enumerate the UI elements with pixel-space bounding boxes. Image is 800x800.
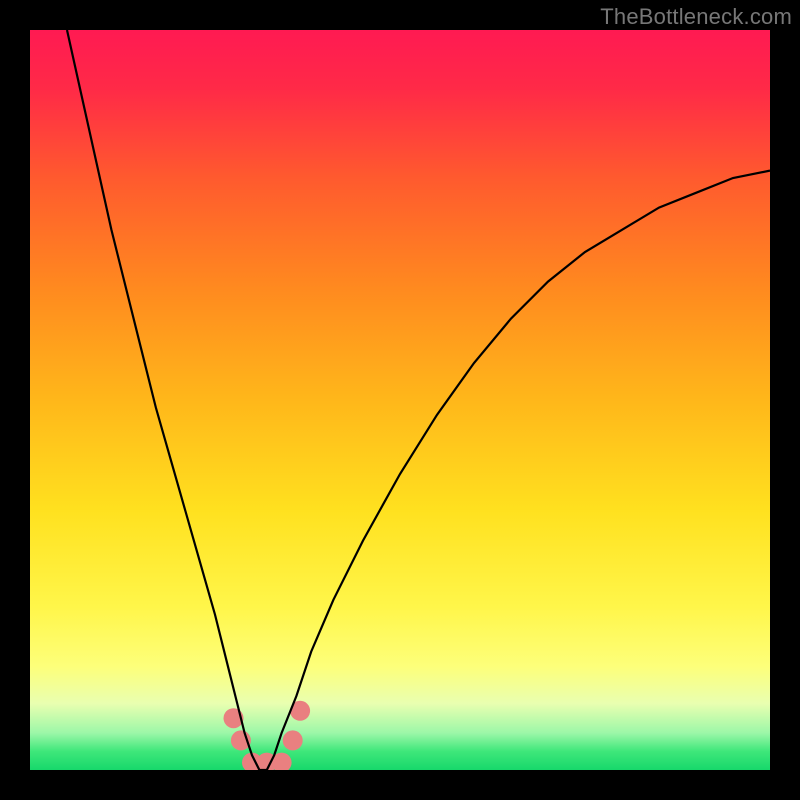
- chart-frame: [30, 30, 770, 770]
- watermark-text: TheBottleneck.com: [600, 4, 792, 30]
- gradient-bg: [30, 30, 770, 770]
- bottleneck-chart: [30, 30, 770, 770]
- marker-dot: [283, 730, 303, 750]
